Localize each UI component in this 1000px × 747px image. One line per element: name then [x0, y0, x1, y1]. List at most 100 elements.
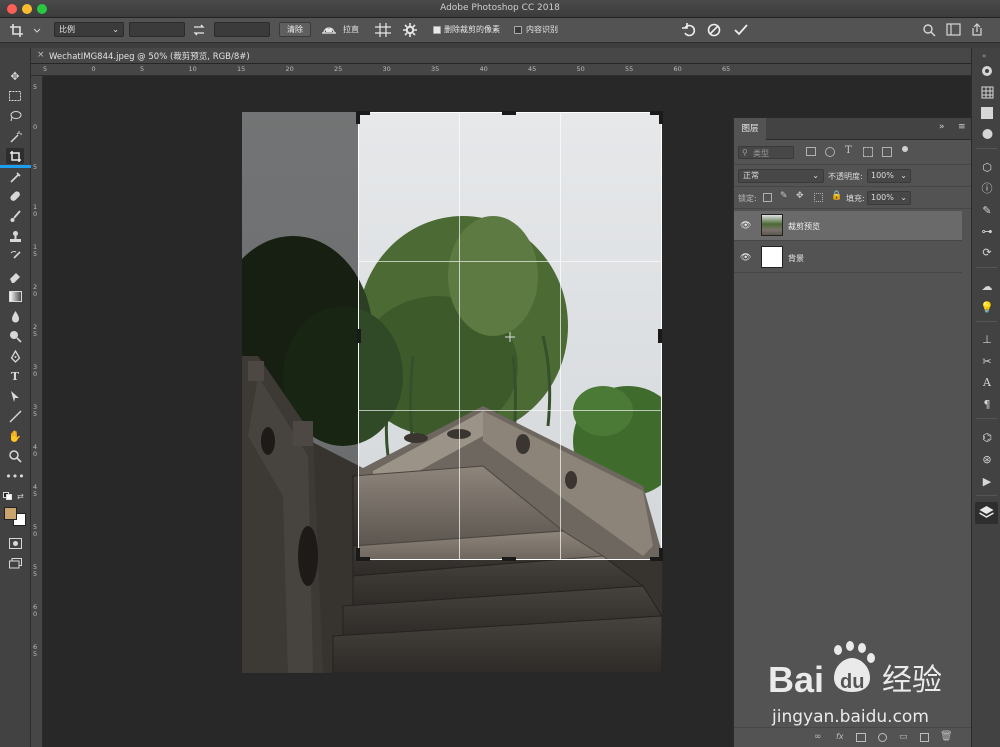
lock-transparent-icon[interactable] — [763, 193, 772, 202]
paragraph-icon[interactable]: ¶ — [979, 397, 995, 411]
search-icon[interactable] — [922, 23, 936, 37]
quick-mask-icon[interactable] — [6, 535, 24, 551]
adjustments-icon[interactable]: ⊶ — [979, 224, 995, 238]
swatches-icon[interactable] — [979, 85, 995, 99]
filter-adjustment-icon[interactable] — [825, 147, 835, 157]
swap-dimensions-icon[interactable] — [191, 23, 207, 37]
layer-row-background[interactable]: 👁 背景 — [734, 243, 962, 273]
path-selection-tool-icon[interactable] — [6, 388, 24, 404]
lock-pixels-icon[interactable]: ✎ — [780, 191, 788, 201]
move-tool-icon[interactable]: ✥ — [6, 68, 24, 84]
visibility-eye-icon[interactable]: 👁 — [740, 253, 751, 263]
type-tool-icon[interactable]: T — [6, 368, 24, 384]
clone-stamp-tool-icon[interactable] — [6, 228, 24, 244]
lock-artboard-icon[interactable] — [814, 193, 823, 202]
character-icon[interactable]: A — [979, 375, 995, 389]
screen-mode-icon[interactable] — [6, 555, 24, 571]
collapse-panel-icon[interactable]: » — [939, 122, 945, 132]
filter-pixel-icon[interactable] — [806, 147, 816, 156]
collapse-dock-icon[interactable]: « — [982, 52, 986, 60]
filter-toggle-icon[interactable] — [902, 146, 908, 152]
ruler-vertical[interactable]: 5 0 5 10 15 20 25 30 35 40 45 50 55 60 65 — [31, 76, 43, 747]
marquee-tool-icon[interactable] — [6, 88, 24, 104]
delete-cropped-pixels-checkbox[interactable] — [433, 26, 441, 34]
ratio-select[interactable]: 比例 ⌄ — [54, 22, 124, 37]
channels-icon[interactable]: ⊛ — [979, 452, 995, 466]
clone-source-icon[interactable]: ⊥ — [979, 332, 995, 346]
lightbulb-icon[interactable]: 💡 — [979, 300, 995, 314]
learn-icon[interactable] — [979, 127, 995, 141]
layers-panel-toggle[interactable] — [975, 502, 998, 524]
trash-icon[interactable]: 🗑 — [940, 731, 953, 742]
color-icon[interactable] — [979, 64, 995, 78]
lock-all-icon[interactable]: 🔒 — [831, 191, 842, 201]
add-mask-icon[interactable] — [856, 733, 866, 742]
brush-tool-icon[interactable] — [6, 208, 24, 224]
blur-tool-icon[interactable] — [6, 308, 24, 324]
document-tab[interactable]: × WechatIMG844.jpeg @ 50% (裁剪预览, RGB/8#) — [31, 48, 971, 64]
more-tools-icon[interactable]: ••• — [5, 468, 24, 484]
tool-presets-icon[interactable]: ✂ — [979, 354, 995, 368]
fill-input[interactable]: 100% ⌄ — [867, 191, 911, 205]
document-tab-label: WechatIMG844.jpeg @ 50% (裁剪预览, RGB/8#) — [49, 52, 250, 62]
swap-colors-icon[interactable]: ⇄ — [17, 492, 24, 501]
magic-wand-tool-icon[interactable] — [6, 128, 24, 144]
blend-mode-select[interactable]: 正常 ⌄ — [738, 169, 824, 183]
line-tool-icon[interactable] — [6, 408, 24, 424]
filter-smart-object-icon[interactable] — [882, 147, 892, 157]
healing-brush-tool-icon[interactable] — [6, 188, 24, 204]
straighten-label[interactable]: 拉直 — [343, 24, 359, 35]
opacity-input[interactable]: 100% ⌄ — [867, 169, 911, 183]
history-icon[interactable]: ⟳ — [979, 245, 995, 259]
lasso-tool-icon[interactable] — [6, 108, 24, 124]
creative-cloud-icon[interactable]: ☁ — [979, 279, 995, 293]
workspace-icon[interactable] — [946, 23, 962, 37]
lock-position-icon[interactable]: ✥ — [796, 191, 804, 201]
layer-style-icon[interactable]: fx — [836, 732, 844, 741]
clear-button[interactable]: 清除 — [279, 22, 311, 37]
3d-cube-icon[interactable]: ⬡ — [979, 160, 995, 174]
adjustment-layer-icon[interactable] — [878, 733, 887, 742]
overlay-grid-icon[interactable] — [374, 22, 392, 38]
commit-crop-icon[interactable] — [733, 22, 749, 38]
actions-play-icon[interactable]: ▶ — [979, 474, 995, 488]
close-tab-icon[interactable]: × — [37, 50, 45, 60]
ruler-horizontal[interactable]: 5 0 5 10 15 20 25 30 35 40 45 50 55 60 65 — [31, 64, 971, 76]
hand-tool-icon[interactable]: ✋ — [6, 428, 24, 444]
width-input[interactable] — [129, 22, 185, 37]
info-icon[interactable]: ⓘ — [979, 181, 995, 195]
reset-icon[interactable] — [681, 22, 697, 38]
straighten-icon[interactable] — [320, 23, 338, 37]
default-colors-icon[interactable] — [3, 492, 13, 500]
folder-icon[interactable]: ▭ — [899, 732, 908, 742]
libraries-icon[interactable] — [979, 106, 995, 120]
blend-row: 正常 ⌄ 不透明度: 100% ⌄ — [734, 165, 972, 187]
panel-menu-icon[interactable]: ≡ — [958, 122, 966, 132]
eraser-tool-icon[interactable] — [6, 268, 24, 284]
height-input[interactable] — [214, 22, 270, 37]
eyedropper-tool-icon[interactable] — [6, 168, 24, 184]
visibility-eye-icon[interactable]: 👁 — [740, 221, 751, 231]
pen-tool-icon[interactable] — [6, 348, 24, 364]
link-layers-icon[interactable]: ∞ — [814, 732, 822, 742]
share-icon[interactable] — [968, 23, 988, 37]
layer-filter-select[interactable]: ⚲ 类型 — [738, 146, 794, 159]
layer-row-crop-preview[interactable]: 👁 裁剪预览 — [734, 211, 962, 241]
cancel-crop-icon[interactable] — [706, 22, 722, 38]
crop-tool-icon[interactable] — [6, 148, 24, 164]
crop-tool-preset-picker[interactable] — [8, 22, 42, 38]
foreground-color-swatch[interactable] — [4, 507, 17, 520]
filter-shape-icon[interactable] — [863, 147, 873, 157]
gradient-tool-icon[interactable] — [6, 288, 24, 304]
filter-type-icon[interactable]: T — [845, 145, 852, 156]
dodge-tool-icon[interactable] — [6, 328, 24, 344]
new-layer-icon[interactable] — [920, 733, 929, 742]
content-aware-checkbox[interactable] — [514, 26, 522, 34]
zoom-tool-icon[interactable] — [6, 448, 24, 464]
brush-settings-icon[interactable]: ✎ — [979, 203, 995, 217]
ruler-top-tick-label: 60 — [673, 65, 682, 73]
history-brush-tool-icon[interactable] — [6, 248, 24, 264]
paths-icon[interactable]: ⌬ — [979, 430, 995, 444]
gear-icon[interactable] — [402, 22, 418, 38]
tab-layers[interactable]: 图层 — [734, 118, 766, 140]
